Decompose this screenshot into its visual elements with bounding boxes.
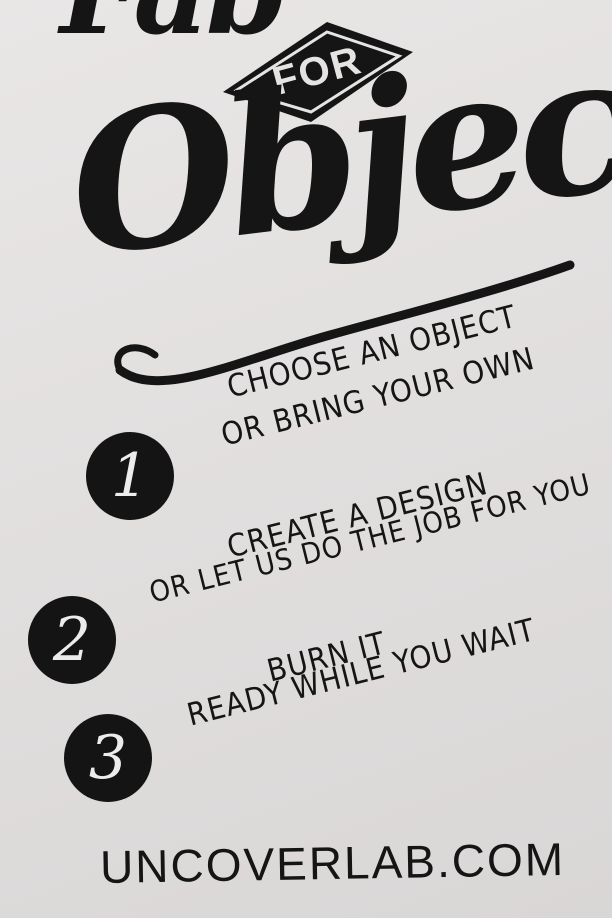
website-url: UNCOVERLAB.COM (99, 832, 566, 894)
wall-sign: Fab FOR Objects 1 CHOOSE AN OBJECT OR BR… (0, 0, 612, 918)
step-2-badge: 2 (28, 596, 116, 684)
step-2-line-2: OR LET US DO THE JOB FOR YOU (145, 466, 595, 610)
step-1-badge: 1 (86, 432, 174, 520)
step-3-badge: 3 (64, 714, 152, 802)
